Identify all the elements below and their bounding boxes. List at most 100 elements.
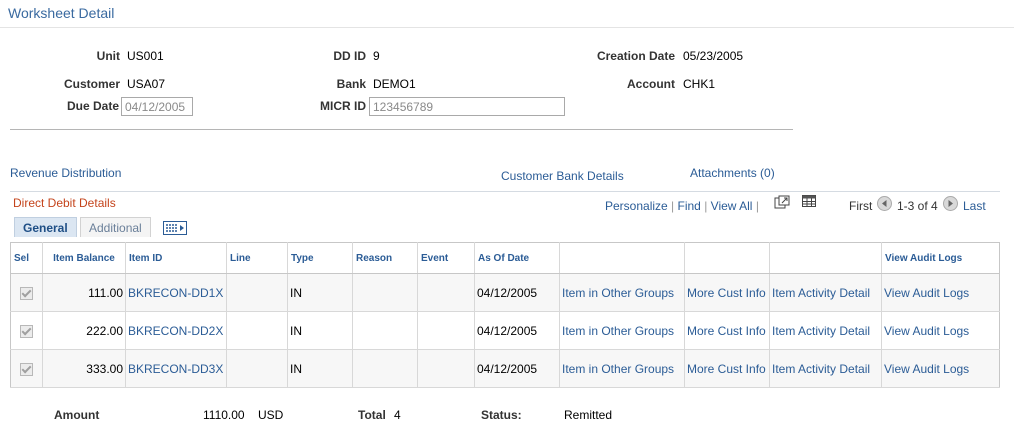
nav-separator: | — [755, 199, 759, 213]
arrow-right-icon[interactable] — [943, 196, 958, 214]
sel-cell[interactable] — [10, 311, 43, 350]
item-balance-cell: 111.00 — [42, 273, 126, 312]
view-audit-logs-link[interactable]: View Audit Logs — [881, 349, 1000, 388]
line-cell — [226, 311, 288, 350]
col-line: Line — [226, 242, 288, 274]
customer-bank-details-link[interactable]: Customer Bank Details — [501, 169, 624, 183]
event-cell — [417, 273, 475, 312]
revenue-distribution-link[interactable]: Revenue Distribution — [10, 166, 121, 180]
table-row: 111.00 BKRECON-DD1X IN 04/12/2005 Item i… — [10, 273, 1000, 312]
col-item-id: Item ID — [125, 242, 227, 274]
view-all-link[interactable]: View All — [711, 199, 753, 213]
ddid-label: DD ID — [333, 49, 366, 63]
total-value: 4 — [394, 408, 401, 422]
type-cell: IN — [287, 273, 353, 312]
amount-value: 1110.00 — [203, 408, 245, 422]
page-title: Worksheet Detail — [8, 5, 115, 21]
customer-label: Customer — [63, 77, 120, 91]
col-type: Type — [287, 242, 353, 274]
section-divider — [10, 129, 793, 130]
last-link[interactable]: Last — [963, 199, 986, 213]
view-audit-logs-link[interactable]: View Audit Logs — [881, 311, 1000, 350]
sel-cell[interactable] — [10, 349, 43, 388]
account-label: Account — [627, 77, 675, 91]
creation-date-value: 05/23/2005 — [683, 49, 744, 63]
bank-value: DEMO1 — [373, 77, 416, 91]
due-date-label: Due Date — [66, 99, 119, 113]
grid-icon[interactable] — [802, 195, 816, 210]
col-reason: Reason — [352, 242, 418, 274]
sel-checkbox[interactable] — [20, 324, 33, 338]
event-cell — [417, 349, 475, 388]
grid-navigation: Personalize | Find | View All | — [605, 199, 759, 213]
reason-cell — [352, 311, 418, 350]
grid-title: Direct Debit Details — [13, 196, 116, 210]
as-of-date-cell: 04/12/2005 — [474, 311, 560, 350]
more-cust-info-link[interactable]: More Cust Info — [684, 349, 770, 388]
nav-separator: | — [671, 199, 675, 213]
item-in-other-groups-link[interactable]: Item in Other Groups — [559, 311, 685, 350]
customer-value: USA07 — [127, 77, 166, 91]
grid-header-row: Sel Item Balance Item ID Line Type Reaso… — [10, 242, 1000, 274]
item-id-link[interactable]: BKRECON-DD1X — [125, 273, 227, 312]
view-audit-logs-link[interactable]: View Audit Logs — [881, 273, 1000, 312]
type-cell: IN — [287, 311, 353, 350]
more-cust-info-link[interactable]: More Cust Info — [684, 273, 770, 312]
status-value: Remitted — [564, 408, 613, 422]
col-cust-info — [684, 242, 770, 274]
item-balance-cell: 333.00 — [42, 349, 126, 388]
micr-id-field[interactable] — [369, 97, 565, 116]
col-item-balance: Item Balance — [42, 242, 126, 274]
item-in-other-groups-link[interactable]: Item in Other Groups — [559, 349, 685, 388]
item-balance-cell: 222.00 — [42, 311, 126, 350]
more-cust-info-link[interactable]: More Cust Info — [684, 311, 770, 350]
unit-value: US001 — [127, 49, 164, 63]
as-of-date-cell: 04/12/2005 — [474, 273, 560, 312]
currency-value: USD — [258, 408, 284, 422]
reason-cell — [352, 273, 418, 312]
col-view-audit-logs: View Audit Logs — [881, 242, 1000, 274]
title-divider — [0, 27, 1014, 28]
total-label: Total — [358, 408, 386, 422]
row-range: 1-3 of 4 — [897, 199, 938, 213]
sel-checkbox[interactable] — [20, 362, 33, 376]
line-cell — [226, 273, 288, 312]
tab-additional[interactable]: Additional — [80, 217, 151, 237]
table-row: 333.00 BKRECON-DD3X IN 04/12/2005 Item i… — [10, 349, 1000, 388]
item-in-other-groups-link[interactable]: Item in Other Groups — [559, 273, 685, 312]
item-activity-detail-link[interactable]: Item Activity Detail — [769, 311, 882, 350]
col-sel: Sel — [10, 242, 43, 274]
nav-separator: | — [704, 199, 708, 213]
find-link[interactable]: Find — [678, 199, 701, 213]
reason-cell — [352, 349, 418, 388]
sel-cell[interactable] — [10, 273, 43, 312]
show-all-columns-icon[interactable] — [163, 221, 187, 235]
sel-checkbox[interactable] — [20, 286, 33, 300]
line-cell — [226, 349, 288, 388]
bank-label: Bank — [336, 77, 366, 91]
ddid-value: 9 — [373, 49, 380, 63]
item-activity-detail-link[interactable]: Item Activity Detail — [769, 349, 882, 388]
status-label: Status: — [481, 408, 522, 422]
tab-general[interactable]: General — [14, 217, 77, 237]
col-activity — [769, 242, 882, 274]
arrow-left-icon[interactable] — [877, 196, 892, 214]
attachments-link[interactable]: Attachments (0) — [690, 166, 775, 180]
grid-top-border — [10, 191, 1000, 192]
creation-date-label: Creation Date — [596, 49, 675, 63]
download-icon[interactable] — [774, 195, 790, 212]
item-id-link[interactable]: BKRECON-DD3X — [125, 349, 227, 388]
micr-id-label: MICR ID — [320, 99, 366, 113]
type-cell: IN — [287, 349, 353, 388]
event-cell — [417, 311, 475, 350]
col-item-groups — [559, 242, 685, 274]
table-row: 222.00 BKRECON-DD2X IN 04/12/2005 Item i… — [10, 311, 1000, 350]
item-activity-detail-link[interactable]: Item Activity Detail — [769, 273, 882, 312]
due-date-field[interactable] — [121, 97, 193, 116]
col-event: Event — [417, 242, 475, 274]
personalize-link[interactable]: Personalize — [605, 199, 668, 213]
item-id-link[interactable]: BKRECON-DD2X — [125, 311, 227, 350]
unit-label: Unit — [96, 49, 120, 63]
direct-debit-grid: Sel Item Balance Item ID Line Type Reaso… — [10, 242, 1000, 388]
amount-label: Amount — [54, 408, 100, 422]
